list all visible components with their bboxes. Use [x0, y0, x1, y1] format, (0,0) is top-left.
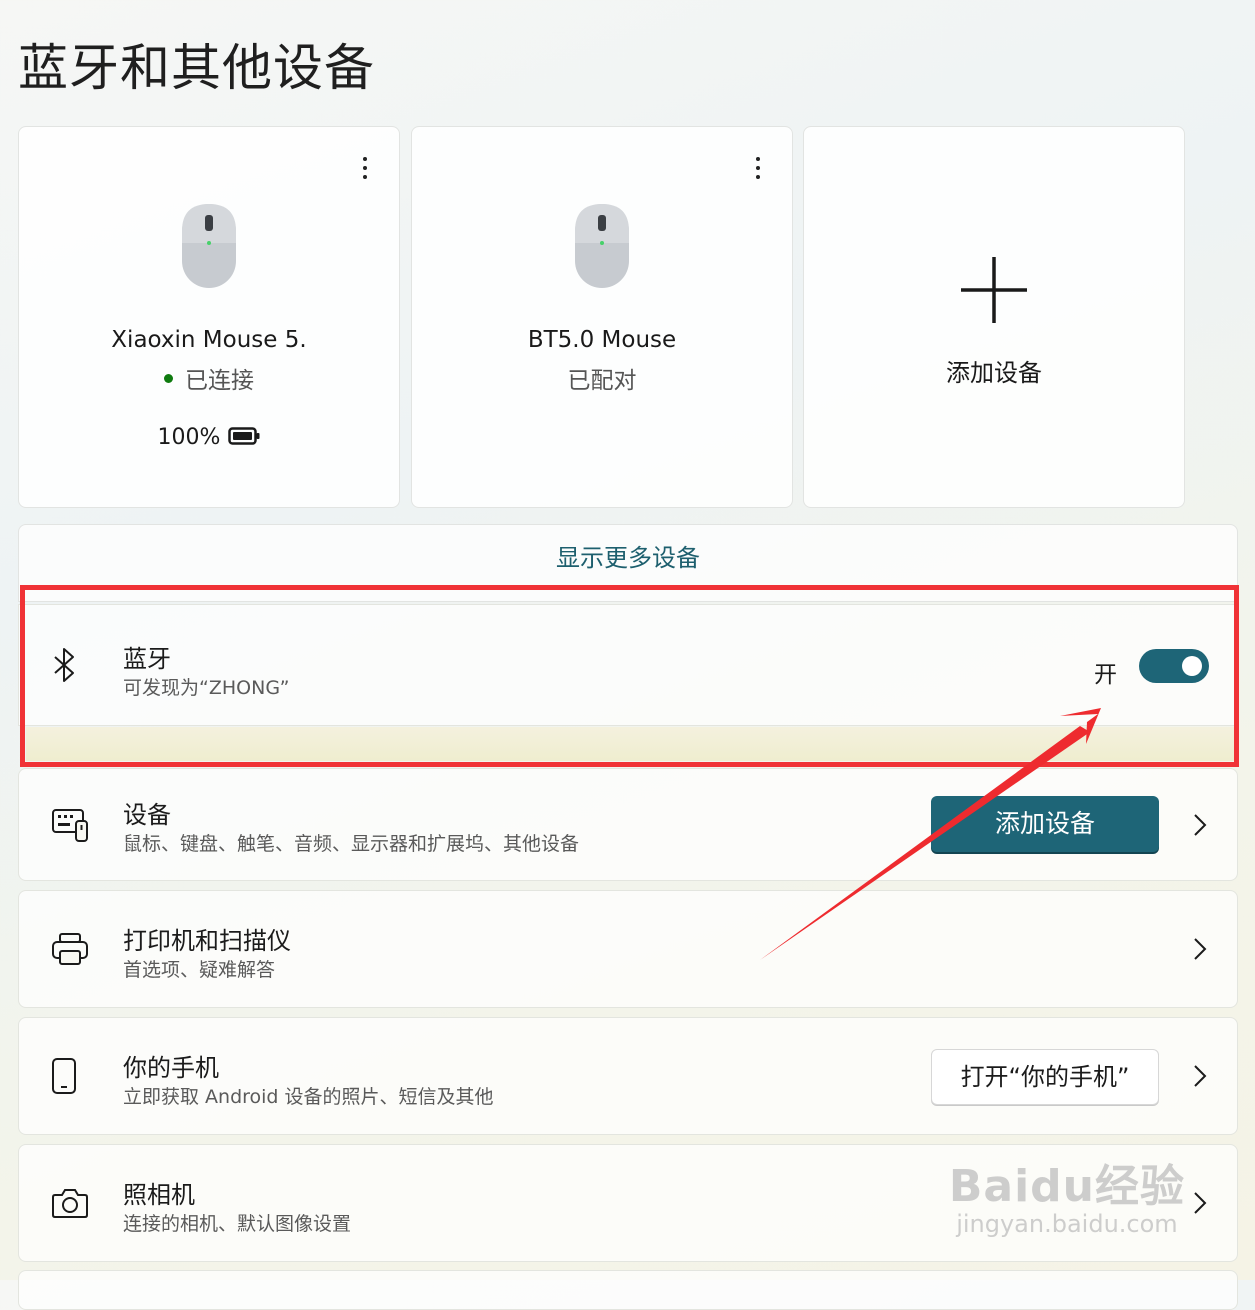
baidu-watermark: Baidu经验 jingyan.baidu.com [949, 1150, 1185, 1238]
add-device-card[interactable]: 添加设备 [803, 126, 1185, 508]
devices-row[interactable]: 设备 鼠标、键盘、触笔、音频、显示器和扩展坞、其他设备 添加设备 [18, 768, 1238, 881]
more-options-icon[interactable] [750, 157, 766, 183]
chevron-right-icon [1194, 1192, 1207, 1214]
chevron-right-icon [1194, 1065, 1207, 1087]
watermark-brand: Baidu经验 [948, 1161, 1185, 1212]
show-more-devices-link[interactable]: 显示更多设备 [18, 524, 1238, 602]
phone-subtitle: 立即获取 Android 设备的照片、短信及其他 [123, 1086, 494, 1108]
toggle-state-label: 开 [1094, 662, 1117, 688]
watermark-url: jingyan.baidu.com [956, 1210, 1178, 1238]
camera-title: 照相机 [123, 1181, 195, 1209]
camera-icon [52, 1189, 88, 1218]
bluetooth-row: 蓝牙 可发现为“ZHONG” 开 [18, 604, 1238, 726]
printers-title: 打印机和扫描仪 [123, 927, 291, 955]
chevron-right-icon [1194, 938, 1207, 960]
battery-level: 100% [19, 425, 399, 450]
page-title: 蓝牙和其他设备 [18, 39, 375, 97]
divider [26, 727, 1234, 761]
toggle-knob [1182, 656, 1202, 676]
add-device-button[interactable]: 添加设备 [931, 796, 1159, 852]
more-options-icon[interactable] [357, 157, 373, 183]
devices-title: 设备 [123, 801, 171, 829]
devices-subtitle: 鼠标、键盘、触笔、音频、显示器和扩展坞、其他设备 [123, 833, 580, 855]
keyboard-devices-icon [52, 808, 88, 842]
device-card-xiaoxin[interactable]: Xiaoxin Mouse 5. 已连接 100% [18, 126, 400, 508]
next-row[interactable] [18, 1270, 1238, 1310]
mouse-icon [575, 204, 629, 288]
phone-icon [52, 1058, 76, 1094]
bluetooth-subtitle: 可发现为“ZHONG” [123, 677, 290, 699]
your-phone-row[interactable]: 你的手机 立即获取 Android 设备的照片、短信及其他 打开“你的手机” [18, 1017, 1238, 1135]
printer-icon [52, 933, 88, 965]
connected-dot-icon [164, 374, 173, 383]
device-status: 已连接 [19, 361, 399, 395]
open-your-phone-button[interactable]: 打开“你的手机” [931, 1049, 1159, 1105]
camera-subtitle: 连接的相机、默认图像设置 [123, 1213, 352, 1235]
plus-icon [961, 257, 1027, 323]
device-status: 已配对 [567, 368, 637, 394]
chevron-right-icon [1194, 813, 1207, 836]
device-name: Xiaoxin Mouse 5. [111, 327, 307, 353]
mouse-icon [182, 204, 236, 288]
device-name: BT5.0 Mouse [527, 327, 677, 353]
bluetooth-toggle[interactable] [1139, 649, 1209, 683]
printers-row[interactable]: 打印机和扫描仪 首选项、疑难解答 [18, 890, 1238, 1008]
device-card-bt50[interactable]: BT5.0 Mouse 已配对 [411, 126, 793, 508]
battery-icon [228, 427, 260, 445]
bluetooth-title: 蓝牙 [123, 645, 171, 673]
phone-title: 你的手机 [123, 1054, 219, 1082]
bluetooth-icon [54, 648, 74, 682]
printers-subtitle: 首选项、疑难解答 [123, 959, 276, 981]
add-device-label: 添加设备 [946, 359, 1042, 387]
